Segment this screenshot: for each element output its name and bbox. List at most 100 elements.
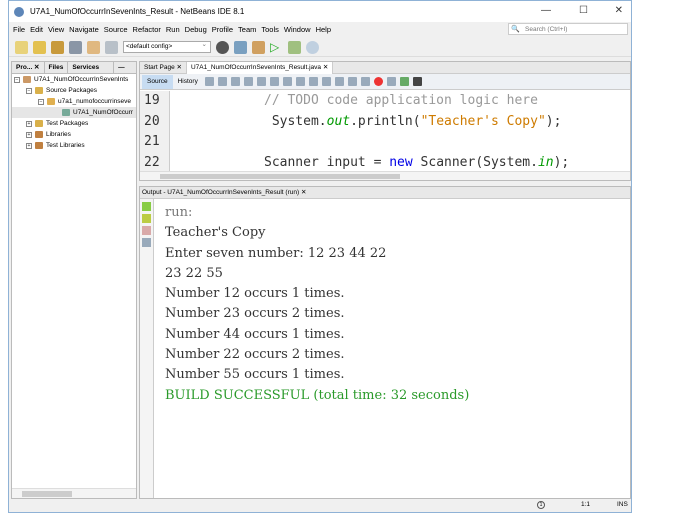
tab-start-page[interactable]: Start Page ✕ — [140, 61, 187, 74]
java-file-icon — [62, 109, 70, 116]
code-comment: // TODO code application logic here — [264, 93, 538, 108]
code-token: System. — [264, 113, 327, 129]
menu-edit[interactable]: Edit — [30, 25, 43, 34]
comment-icon[interactable] — [399, 77, 409, 86]
tree-test-libraries[interactable]: + Test Libraries — [12, 140, 136, 151]
code-string: "Teacher's Copy" — [420, 113, 546, 129]
tree-test-packages[interactable]: + Test Packages — [12, 118, 136, 129]
undo-icon[interactable] — [87, 40, 100, 54]
forward-icon[interactable] — [230, 77, 240, 86]
code-token: in — [537, 154, 554, 170]
shift-left-icon[interactable] — [347, 77, 357, 86]
line-number: 20 — [144, 113, 160, 129]
insert-mode: INS — [617, 501, 628, 508]
tree-label: Test Packages — [46, 120, 89, 127]
menu-tools[interactable]: Tools — [261, 25, 279, 34]
find-icon[interactable] — [243, 77, 253, 86]
toggle-highlight-icon[interactable] — [282, 77, 292, 86]
uncomment-icon[interactable] — [412, 77, 422, 86]
window-title: U7A1_NumOfOccurrInSevenInts_Result - Net… — [30, 7, 245, 16]
stop-icon[interactable] — [142, 226, 151, 235]
editor-horizontal-scrollbar[interactable] — [140, 171, 630, 180]
caret-position: 1:1 — [581, 501, 591, 508]
globe-icon[interactable] — [216, 40, 229, 54]
settings-icon[interactable] — [142, 238, 151, 247]
code-editor: Start Page ✕ U7A1_NumOfOccurrInSevenInts… — [139, 61, 631, 181]
tree-source-packages[interactable]: − Source Packages — [12, 85, 136, 96]
profile-icon[interactable] — [306, 40, 319, 54]
package-icon — [47, 98, 55, 105]
build-status: BUILD SUCCESSFUL (total time: 32 seconds… — [165, 387, 470, 403]
horizontal-scrollbar[interactable] — [12, 488, 136, 498]
clean-build-icon[interactable] — [252, 40, 265, 54]
tab-projects[interactable]: Pro... ✕ — [12, 61, 45, 74]
tree-java-file[interactable]: U7A1_NumOfOccurr — [12, 107, 136, 118]
tree-label: U7A1_NumOfOccurrInSevenInts — [34, 76, 129, 83]
menu-view[interactable]: View — [48, 25, 64, 34]
shift-right-icon[interactable] — [360, 77, 370, 86]
maximize-button[interactable]: ☐ — [579, 5, 588, 16]
menu-bar: File Edit View Navigate Source Refactor … — [9, 23, 331, 36]
close-button[interactable]: ✕ — [615, 5, 623, 16]
code-area[interactable]: 19 20 21 22 // TODO code application log… — [140, 91, 630, 173]
output-panel: Output - U7A1_NumOfOccurrInSevenInts_Res… — [139, 186, 631, 499]
output-line: Number 23 occurs 2 times. — [165, 306, 345, 322]
output-line: 23 22 55 — [165, 265, 223, 281]
minimize-button[interactable]: — — [541, 5, 551, 16]
output-console[interactable]: run: Teacher's Copy Enter seven number: … — [165, 203, 469, 406]
menu-navigate[interactable]: Navigate — [69, 25, 99, 34]
find-next-icon[interactable] — [269, 77, 279, 86]
build-hammer-icon[interactable] — [234, 40, 247, 54]
folder-icon — [35, 120, 43, 127]
previous-bookmark-icon[interactable] — [308, 77, 318, 86]
history-tab[interactable]: History — [173, 78, 203, 85]
tree-package[interactable]: − u7a1_numofoccurrinseve — [12, 96, 136, 107]
new-file-icon[interactable] — [15, 40, 28, 54]
config-select[interactable]: <default config> — [123, 40, 211, 53]
tab-files[interactable]: Files — [45, 61, 69, 74]
line-number: 22 — [144, 154, 160, 170]
menu-run[interactable]: Run — [166, 25, 180, 34]
netbeans-icon — [14, 6, 24, 17]
tree-libraries[interactable]: + Libraries — [12, 129, 136, 140]
menu-source[interactable]: Source — [104, 25, 128, 34]
run-icon[interactable]: ▷ — [270, 41, 283, 54]
search-input[interactable]: Search (Ctrl+I) — [508, 23, 628, 35]
record-macro-icon[interactable] — [373, 77, 383, 86]
menu-team[interactable]: Team — [238, 25, 256, 34]
menu-refactor[interactable]: Refactor — [133, 25, 161, 34]
last-edit-icon[interactable] — [204, 77, 214, 86]
menu-help[interactable]: Help — [316, 25, 331, 34]
main-toolbar: <default config> ▷ — [9, 38, 631, 57]
next-bookmark-icon[interactable] — [321, 77, 331, 86]
source-tab[interactable]: Source — [142, 74, 173, 89]
tab-services[interactable]: Services — [68, 61, 115, 74]
back-icon[interactable] — [217, 77, 227, 86]
projects-panel: Pro... ✕ Files Services — − U7A1_NumOfOcc… — [11, 61, 137, 499]
minimize-panel-button[interactable]: — — [114, 62, 129, 74]
rerun-icon[interactable] — [142, 202, 151, 211]
rectangular-selection-icon[interactable] — [295, 77, 305, 86]
find-previous-icon[interactable] — [256, 77, 266, 86]
tree-label: Source Packages — [46, 87, 97, 94]
output-tab[interactable]: Output - U7A1_NumOfOccurrInSevenInts_Res… — [140, 187, 630, 199]
menu-profile[interactable]: Profile — [212, 25, 233, 34]
output-line: Teacher's Copy — [165, 225, 266, 241]
toggle-bookmark-icon[interactable] — [334, 77, 344, 86]
new-project-icon[interactable] — [33, 40, 46, 54]
menu-file[interactable]: File — [13, 25, 25, 34]
output-line: Number 44 occurs 1 times. — [165, 326, 345, 342]
debug-icon[interactable] — [288, 40, 301, 54]
stop-macro-icon[interactable] — [386, 77, 396, 86]
menu-window[interactable]: Window — [284, 25, 311, 34]
open-project-icon[interactable] — [51, 40, 64, 54]
tab-java-file[interactable]: U7A1_NumOfOccurrInSevenInts_Result.java … — [186, 61, 334, 74]
redo-icon[interactable] — [105, 40, 118, 54]
save-all-icon[interactable] — [69, 40, 82, 54]
line-number: 19 — [144, 93, 160, 108]
tree-project[interactable]: − U7A1_NumOfOccurrInSevenInts — [12, 74, 136, 85]
notifications-icon[interactable]: 1 — [537, 501, 545, 509]
menu-debug[interactable]: Debug — [185, 25, 207, 34]
rerun-with-options-icon[interactable] — [142, 214, 151, 223]
code-keyword: new — [389, 154, 413, 170]
